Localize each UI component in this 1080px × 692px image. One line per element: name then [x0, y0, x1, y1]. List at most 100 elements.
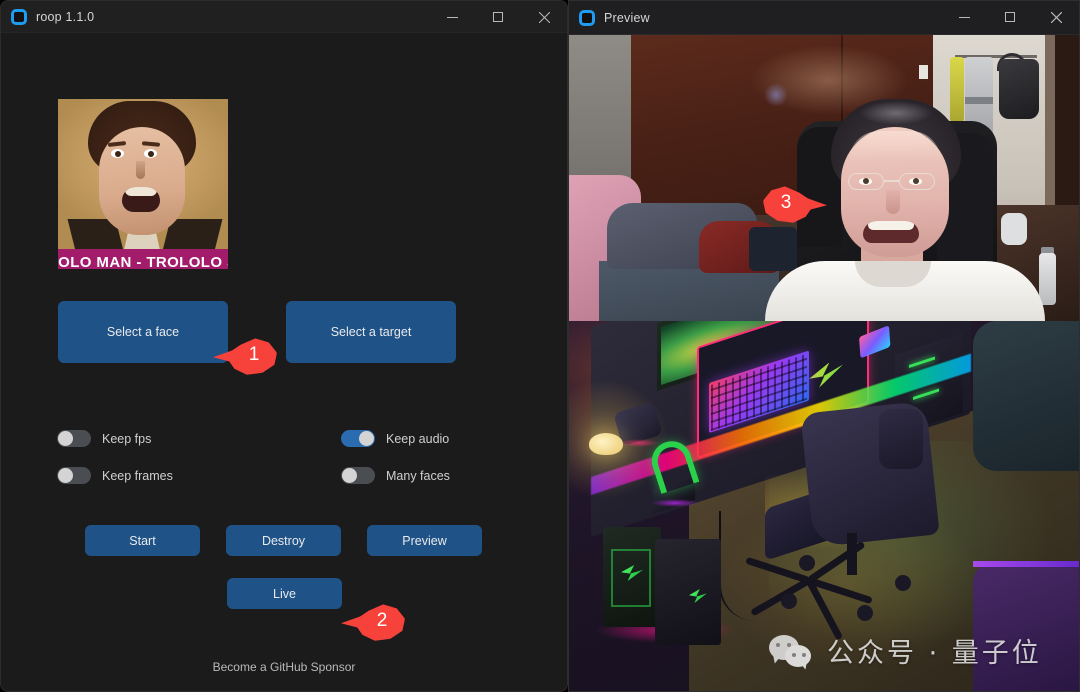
webcam-light-switch: [919, 65, 928, 79]
wallpaper-couch-bottom-right: [973, 561, 1079, 691]
wechat-dot: [776, 642, 780, 647]
webcam-hair-highlight: [859, 101, 933, 125]
webcam-glasses-lens-left: [848, 173, 884, 190]
many-faces-label: Many faces: [386, 468, 450, 483]
toggle-knob: [58, 431, 73, 446]
main-titlebar: roop 1.1.0: [1, 1, 567, 33]
webcam-towel-band: [965, 97, 993, 104]
source-face-preview[interactable]: ROLOLO MAN - TROLOLO SON: [58, 99, 228, 269]
keep-frames-toggle[interactable]: [57, 467, 91, 484]
webcam-teeth: [868, 221, 914, 230]
face-caption-text: ROLOLO MAN - TROLOLO SON: [58, 253, 228, 270]
live-button-row: Live: [227, 578, 342, 609]
maximize-icon[interactable]: [987, 1, 1033, 33]
app-logo-icon: [579, 9, 595, 26]
chair-wheel: [799, 555, 815, 571]
webcam-mouth: [863, 221, 919, 243]
annotation-marker-3: 3: [763, 184, 827, 224]
marker-number: 3: [780, 192, 792, 213]
toggle-knob: [342, 468, 357, 483]
annotation-marker-2: 2: [341, 602, 405, 642]
face-pupil-right: [148, 151, 154, 157]
webcam-glasses-bridge: [884, 180, 899, 182]
toggle-knob: [359, 431, 374, 446]
face-teeth: [125, 187, 157, 196]
webcam-lens-flare: [764, 83, 788, 107]
switch-row-1: Keep fps Keep audio: [57, 430, 477, 447]
wechat-dot: [792, 652, 796, 657]
select-face-button[interactable]: Select a face: [58, 301, 228, 363]
webcam-backpack: [999, 59, 1039, 119]
screenshot-root: roop 1.1.0 OLO MAN - TROLOLO Select a fa…: [0, 0, 1080, 692]
live-button[interactable]: Live: [227, 578, 342, 609]
switch-row-2: Keep frames Many faces: [57, 467, 477, 484]
wallpaper-cable: [719, 511, 755, 621]
preview-window-controls: [941, 1, 1079, 33]
keep-fps-cell: Keep fps: [57, 430, 341, 447]
webcam-forehead-shine: [849, 131, 941, 161]
options-switch-grid: Keep fps Keep audio Keep frames Many fac…: [57, 430, 477, 504]
destroy-button[interactable]: Destroy: [226, 525, 341, 556]
preview-titlebar: Preview: [569, 1, 1079, 35]
main-window-controls: [429, 1, 567, 33]
wallpaper-speaker-glow: [619, 439, 659, 447]
webcam-yellow-garment: [950, 57, 964, 125]
minimize-icon[interactable]: [429, 1, 475, 33]
preview-window-title: Preview: [604, 10, 650, 25]
chair-wheel: [781, 593, 797, 609]
preview-wallpaper: 公众号 · 量子位: [569, 321, 1079, 691]
main-window-body: ROLOLO MAN - TROLOLO SON Select a face S…: [1, 33, 567, 691]
keep-fps-label: Keep fps: [102, 431, 152, 446]
webcam-dark-item: [749, 227, 797, 271]
marker-number: 1: [248, 344, 260, 365]
keep-frames-label: Keep frames: [102, 468, 173, 483]
webcam-nose: [886, 190, 900, 214]
keep-fps-toggle[interactable]: [57, 430, 91, 447]
keep-audio-cell: Keep audio: [341, 430, 449, 447]
annotation-marker-1: 1: [213, 336, 277, 376]
many-faces-cell: Many faces: [341, 467, 450, 484]
preview-webcam-frame: [569, 35, 1079, 321]
preview-button[interactable]: Preview: [367, 525, 482, 556]
wallpaper-chair-wing: [879, 409, 923, 469]
keep-frames-cell: Keep frames: [57, 467, 341, 484]
wallpaper-headset-stand-glow: [651, 499, 699, 507]
minimize-icon[interactable]: [941, 1, 987, 33]
wallpaper-couch-top-right: [973, 321, 1079, 471]
app-logo-icon: [11, 8, 27, 25]
select-target-button[interactable]: Select a target: [286, 301, 456, 363]
toggle-knob: [58, 468, 73, 483]
close-icon[interactable]: [1033, 1, 1079, 33]
wallpaper-chair-base: [745, 540, 931, 641]
github-sponsor-link[interactable]: Become a GitHub Sponsor: [1, 660, 567, 674]
maximize-icon[interactable]: [475, 1, 521, 33]
close-icon[interactable]: [521, 1, 567, 33]
select-buttons-row: Select a face Select a target: [58, 301, 512, 363]
face-caption-bar: ROLOLO MAN - TROLOLO SON: [58, 249, 228, 269]
main-window-title: roop 1.1.0: [36, 9, 95, 24]
marker-number: 2: [376, 610, 388, 631]
wechat-dot: [802, 652, 806, 657]
start-button[interactable]: Start: [85, 525, 200, 556]
webcam-water-bottle: [1039, 253, 1056, 305]
face-mouth: [122, 187, 160, 212]
wechat-dot: [787, 642, 791, 647]
face-nose: [136, 161, 145, 179]
watermark-text: 公众号 · 量子位: [827, 638, 1042, 669]
face-pupil-left: [115, 151, 121, 157]
many-faces-toggle[interactable]: [341, 467, 375, 484]
roop-main-window: roop 1.1.0 OLO MAN - TROLOLO Select a fa…: [0, 0, 568, 692]
webcam-white-object: [1001, 213, 1027, 245]
chair-wheel: [895, 575, 911, 591]
chair-wheel: [857, 605, 873, 621]
preview-window: Preview 公众号 · 量子位 3: [568, 0, 1080, 692]
keep-audio-toggle[interactable]: [341, 430, 375, 447]
wallpaper-couch-edge-light: [973, 561, 1079, 567]
wechat-watermark: 公众号 · 量子位: [769, 631, 1042, 670]
wallpaper-desk-lamp: [589, 433, 623, 455]
preview-canvas: 公众号 · 量子位 3: [569, 35, 1079, 691]
wallpaper-pc-tower-right: [655, 539, 721, 645]
webcam-glasses-lens-right: [899, 173, 935, 190]
keep-audio-label: Keep audio: [386, 431, 450, 446]
wechat-icon: [769, 634, 813, 667]
